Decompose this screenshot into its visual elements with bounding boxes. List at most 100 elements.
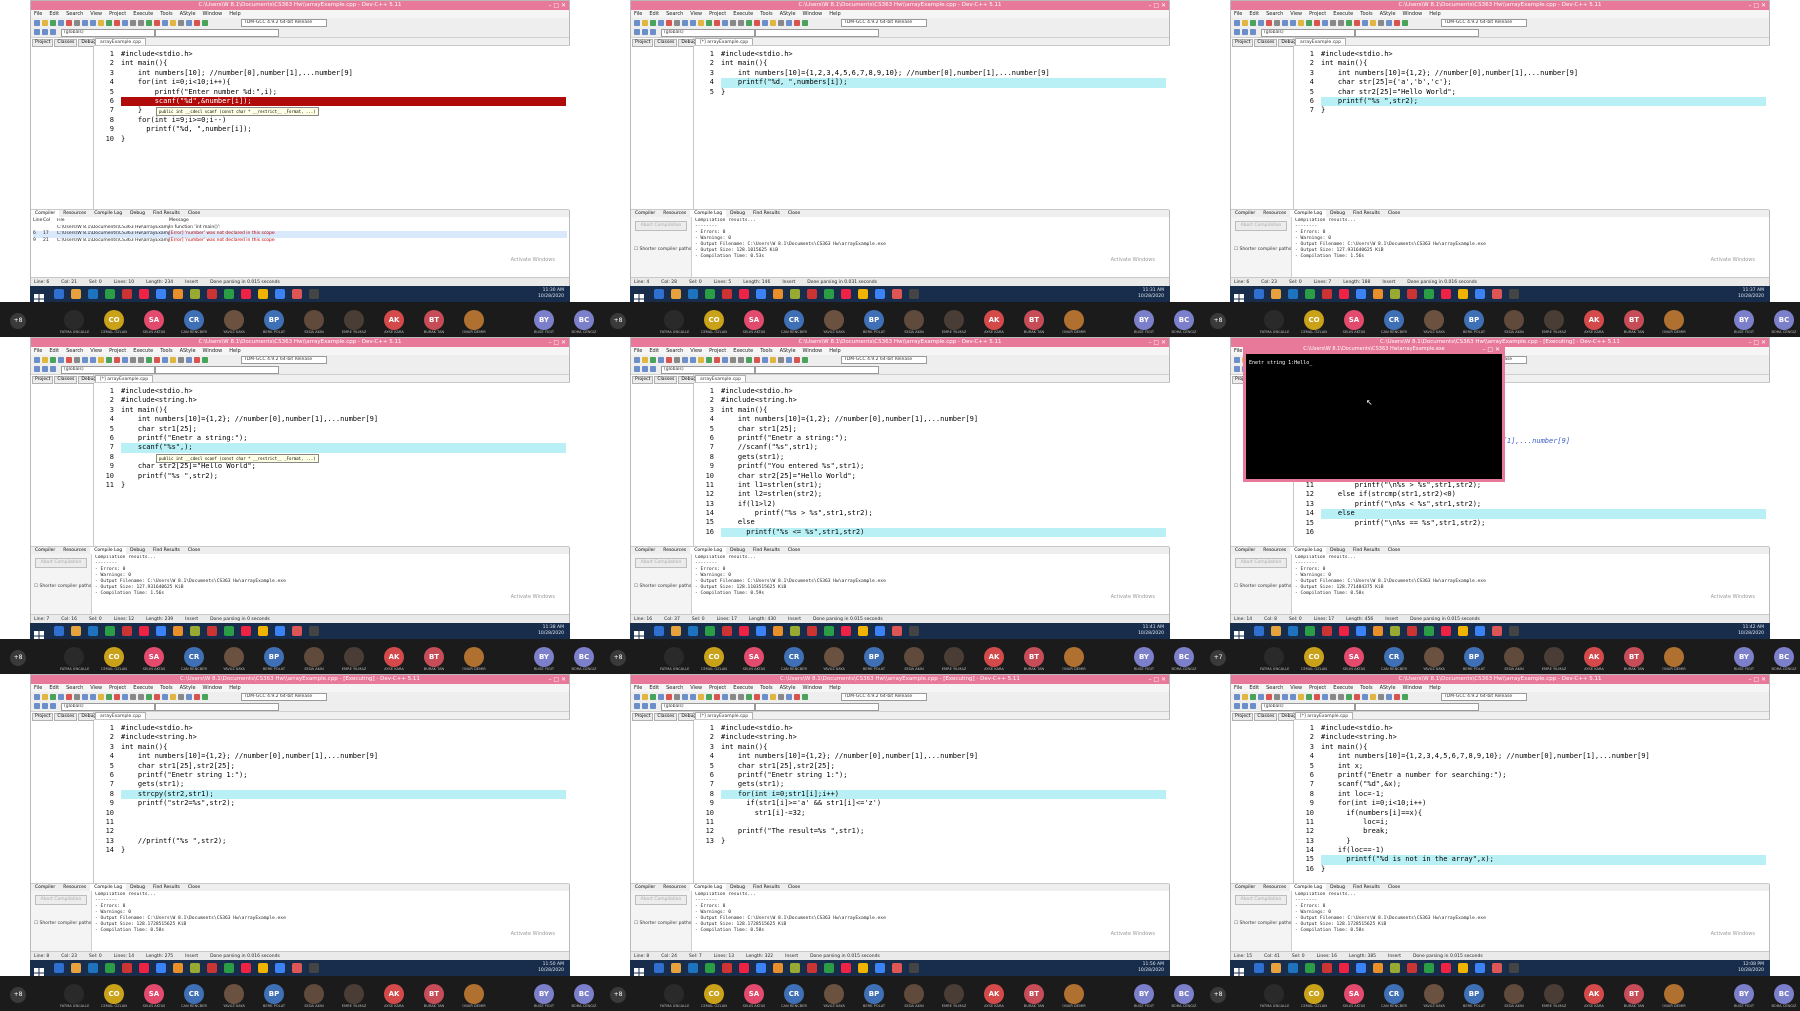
taskbar-app-icon[interactable] [1254, 963, 1264, 973]
taskbar-app-icon[interactable] [858, 626, 868, 636]
participant-avatar[interactable] [1424, 984, 1444, 1004]
taskbar-app-icon[interactable] [705, 963, 715, 973]
taskbar-app-icon[interactable] [173, 289, 183, 299]
toolbar-button-icon[interactable] [42, 29, 48, 35]
taskbar-app-icon[interactable] [122, 289, 132, 299]
toolbar-button-icon[interactable] [1394, 694, 1400, 700]
toolbar-button-icon[interactable] [738, 694, 744, 700]
menu-item[interactable]: Edit [649, 685, 659, 691]
menu-item[interactable]: File [634, 348, 642, 354]
toolbar-button-icon[interactable] [1258, 694, 1264, 700]
menu-item[interactable]: Help [229, 348, 240, 354]
toolbar-button-icon[interactable] [34, 20, 40, 26]
participant-avatar[interactable]: CR [1384, 647, 1404, 667]
menu-item[interactable]: View [690, 11, 702, 17]
taskbar-app-icon[interactable] [1475, 963, 1485, 973]
toolbar-button-icon[interactable] [674, 20, 680, 26]
taskbar-app-icon[interactable] [71, 626, 81, 636]
taskbar-app-icon[interactable] [54, 626, 64, 636]
participant-avatar[interactable] [224, 984, 244, 1004]
toolbar-button-icon[interactable] [34, 694, 40, 700]
menu-item[interactable]: AStyle [1380, 11, 1396, 17]
abort-compilation-button[interactable]: Abort Compilation [35, 895, 87, 905]
participant-avatar[interactable]: BY [1734, 984, 1754, 1004]
window-controls[interactable]: – □ ✕ [1748, 1, 1766, 10]
menu-item[interactable]: Tools [1360, 685, 1372, 691]
participant-avatar[interactable]: BC [1774, 647, 1794, 667]
toolbar-button-icon[interactable] [770, 357, 776, 363]
toolbar-button-icon[interactable] [106, 694, 112, 700]
code-line[interactable]: char str2[25]="Hello World"; [1321, 88, 1766, 97]
code-line[interactable]: int numbers[10]={1,2}; //number[0],numbe… [1321, 69, 1766, 78]
participant-avatar[interactable]: BC [574, 310, 594, 330]
code-line[interactable]: #include<stdio.h> [1321, 50, 1766, 59]
code-text[interactable]: #include<stdio.h> #include<string.h> int m… [121, 724, 566, 855]
menu-item[interactable]: Search [66, 11, 83, 17]
toolbar-button-icon[interactable] [1234, 29, 1240, 35]
taskbar-app-icon[interactable] [841, 963, 851, 973]
code-line[interactable]: printf("Enter number %d:",i); [121, 88, 566, 97]
panel-tab[interactable]: Project [632, 39, 654, 47]
window-controls[interactable]: – □ ✕ [1748, 338, 1766, 347]
participant-avatar[interactable]: BY [534, 984, 554, 1004]
taskbar-app-icon[interactable] [190, 626, 200, 636]
toolbar-button-icon[interactable] [634, 366, 640, 372]
code-text[interactable]: #include<stdio.h> #include<string.h> int m… [1321, 724, 1766, 874]
console-window[interactable]: C:\Users\W 8.1\Documents\CS363 Hw\arrayE… [1243, 345, 1505, 482]
toolbar-button-icon[interactable] [1370, 694, 1376, 700]
taskbar-app-icon[interactable] [739, 626, 749, 636]
menu-item[interactable]: File [634, 685, 642, 691]
toolbar-button-icon[interactable] [74, 20, 80, 26]
code-line[interactable]: str1[i]-=32; [721, 809, 1166, 818]
toolbar-button-icon[interactable] [714, 20, 720, 26]
menu-item[interactable]: Window [803, 11, 823, 17]
code-line[interactable]: int main(){ [1321, 59, 1766, 68]
toolbar-button-icon[interactable] [1322, 20, 1328, 26]
toolbar-button-icon[interactable] [1234, 357, 1240, 363]
menu-item[interactable]: Execute [733, 348, 753, 354]
compiler-select[interactable]: TDM-GCC 4.9.2 64-bit Release [841, 19, 927, 27]
participant-avatar[interactable]: CO [104, 310, 124, 330]
toolbar-button-icon[interactable] [650, 29, 656, 35]
participant-avatar[interactable] [664, 647, 684, 667]
taskbar-app-icon[interactable] [858, 963, 868, 973]
code-line[interactable]: strcpy(str2,str1); [121, 789, 566, 800]
taskbar-app-icon[interactable] [1441, 289, 1451, 299]
participant-avatar[interactable] [664, 984, 684, 1004]
menu-item[interactable]: Tools [760, 685, 772, 691]
menu-item[interactable]: File [34, 685, 42, 691]
toolbar-button-icon[interactable] [642, 357, 648, 363]
participant-avatar[interactable]: SA [1344, 647, 1364, 667]
taskbar-app-icon[interactable] [241, 626, 251, 636]
menu-item[interactable]: Help [1429, 685, 1440, 691]
participant-avatar[interactable]: SA [144, 647, 164, 667]
taskbar-app-icon[interactable] [1509, 626, 1519, 636]
participant-avatar[interactable]: AK [384, 647, 404, 667]
taskbar-app-icon[interactable] [1373, 289, 1383, 299]
menu-item[interactable]: Window [203, 685, 223, 691]
menu-item[interactable]: Project [109, 11, 126, 17]
participant-avatar[interactable]: BT [1024, 647, 1044, 667]
taskbar-app-icon[interactable] [790, 626, 800, 636]
taskbar-app-icon[interactable] [105, 289, 115, 299]
code-editor[interactable]: 1 2 3 4 5 6 7 8 9 10 #include<stdio.h> int main(){ … [94, 45, 570, 210]
taskbar-app-icon[interactable] [671, 626, 681, 636]
taskbar-app-icon[interactable] [275, 626, 285, 636]
menu-item[interactable]: Window [803, 685, 823, 691]
menu-item[interactable]: AStyle [780, 348, 796, 354]
taskbar-app-icon[interactable] [909, 963, 919, 973]
code-line[interactable]: printf("Enetr a string:"); [121, 434, 566, 443]
toolbar-button-icon[interactable] [762, 20, 768, 26]
menu-item[interactable]: View [1290, 11, 1302, 17]
menu-item[interactable]: Project [1309, 685, 1326, 691]
panel-tab[interactable]: Classes [1254, 39, 1278, 47]
participant-avatar[interactable] [1064, 310, 1084, 330]
participant-avatar[interactable]: AK [1584, 647, 1604, 667]
toolbar-button-icon[interactable] [650, 20, 656, 26]
toolbar-button-icon[interactable] [1290, 20, 1296, 26]
toolbar-button-icon[interactable] [690, 20, 696, 26]
code-editor[interactable]: 1 2 3 4 5 6 7 8 9 10 11 12 13 14 15 16 #include<stdio.h>… [1294, 719, 1770, 884]
toolbar-button-icon[interactable] [186, 694, 192, 700]
toolbar-button-icon[interactable] [178, 357, 184, 363]
toolbar-button-icon[interactable] [698, 694, 704, 700]
